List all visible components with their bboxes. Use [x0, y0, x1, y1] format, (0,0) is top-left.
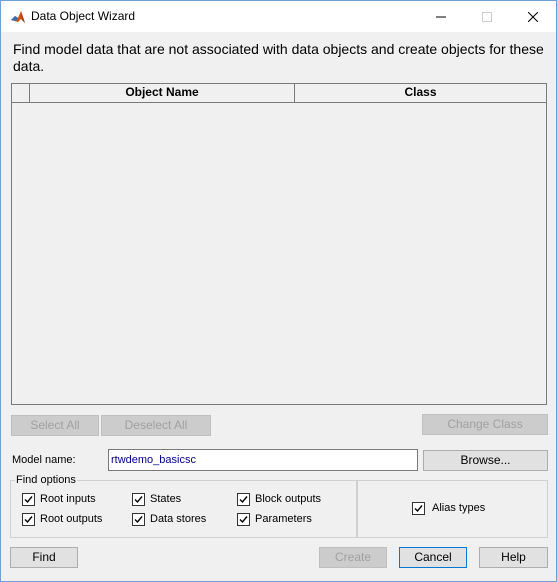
checkmark-icon	[24, 496, 33, 504]
change-class-button[interactable]: Change Class	[422, 414, 548, 435]
create-button[interactable]: Create	[319, 547, 387, 568]
maximize-icon	[482, 11, 492, 22]
model-name-label: Model name:	[12, 454, 76, 466]
alias-types-label: Alias types	[432, 502, 486, 514]
parameters-label: Parameters	[255, 513, 312, 525]
block-outputs-label: Block outputs	[255, 493, 322, 505]
select-all-button[interactable]: Select All	[11, 415, 99, 436]
cancel-button[interactable]: Cancel	[399, 547, 467, 568]
browse-button[interactable]: Browse...	[423, 450, 548, 471]
table-header: Object Name Class	[12, 84, 546, 103]
root-inputs-label: Root inputs	[40, 493, 96, 505]
checkmark-icon	[239, 496, 248, 504]
minimize-button[interactable]	[418, 1, 464, 32]
checkmark-icon	[24, 516, 33, 524]
root-outputs-label: Root outputs	[40, 513, 103, 525]
checkmark-icon	[239, 516, 248, 524]
data-objects-table[interactable]: Object Name Class	[11, 83, 547, 405]
find-options-group	[10, 480, 357, 538]
data-stores-checkbox[interactable]	[132, 513, 145, 526]
column-header-select[interactable]	[12, 84, 30, 102]
deselect-all-button[interactable]: Deselect All	[101, 415, 211, 436]
close-icon	[528, 11, 538, 22]
checkmark-icon	[134, 496, 143, 504]
maximize-button[interactable]	[464, 1, 510, 32]
root-outputs-checkbox[interactable]	[22, 513, 35, 526]
close-button[interactable]	[510, 1, 556, 32]
parameters-checkbox[interactable]	[237, 513, 250, 526]
block-outputs-checkbox[interactable]	[237, 493, 250, 506]
description-text: Find model data that are not associated …	[13, 41, 544, 74]
root-inputs-checkbox[interactable]	[22, 493, 35, 506]
help-button[interactable]: Help	[479, 547, 548, 568]
data-object-wizard-window: Data Object Wizard Find model data that …	[0, 0, 557, 582]
find-options-legend: Find options	[15, 474, 77, 486]
matlab-icon	[10, 9, 26, 25]
states-label: States	[150, 493, 182, 505]
model-name-field[interactable]: rtwdemo_basicsc	[108, 449, 418, 471]
checkmark-icon	[134, 516, 143, 524]
find-button[interactable]: Find	[10, 547, 78, 568]
column-header-object-name[interactable]: Object Name	[30, 84, 295, 102]
checkmark-icon	[414, 505, 423, 513]
states-checkbox[interactable]	[132, 493, 145, 506]
minimize-icon	[436, 12, 446, 22]
column-header-class[interactable]: Class	[295, 84, 546, 102]
window-title: Data Object Wizard	[31, 9, 136, 23]
alias-types-checkbox[interactable]	[412, 502, 425, 515]
title-bar[interactable]: Data Object Wizard	[1, 1, 556, 32]
data-stores-label: Data stores	[150, 513, 207, 525]
